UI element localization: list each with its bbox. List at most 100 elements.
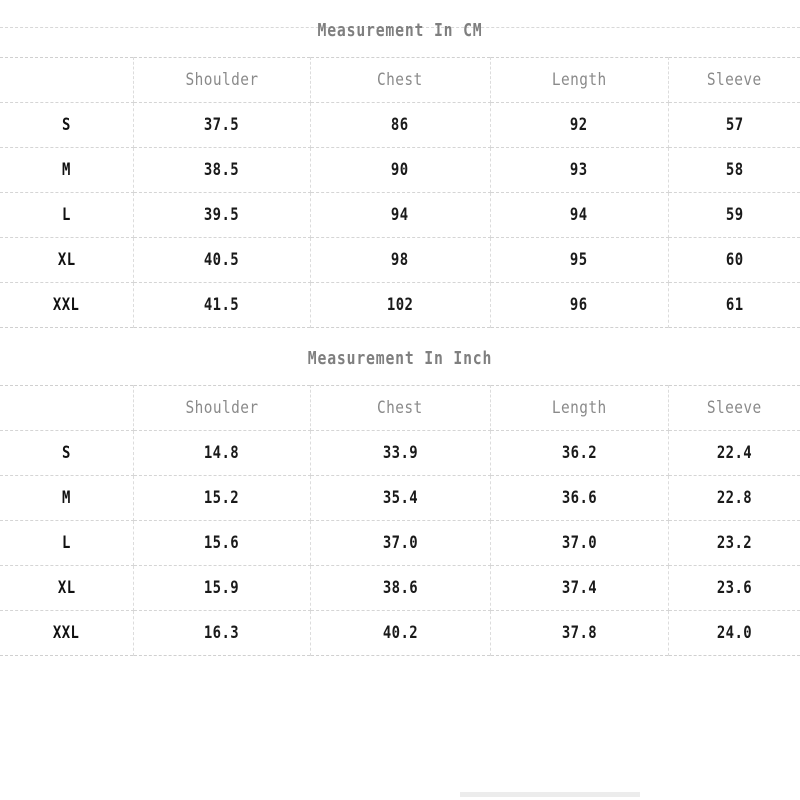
column-header-shoulder: Shoulder: [133, 385, 311, 431]
shoulder-value: 40.5: [133, 237, 311, 283]
section-title-inch: Measurement In Inch: [307, 348, 493, 369]
length-text: 36.2: [561, 443, 597, 463]
size-label: L: [0, 520, 134, 566]
column-header-length-label: Length: [551, 70, 607, 90]
shoulder-text: 37.5: [203, 115, 240, 135]
chest-text: 90: [391, 160, 409, 180]
shoulder-value: 16.3: [133, 610, 311, 656]
size-value: S: [61, 443, 71, 463]
chest-value: 40.2: [310, 610, 491, 656]
shoulder-value: 38.5: [133, 147, 311, 193]
column-header-shoulder-label: Shoulder: [184, 398, 258, 418]
length-text: 36.6: [561, 488, 597, 508]
length-value: 37.0: [490, 520, 669, 566]
shoulder-value: 15.6: [133, 520, 311, 566]
sleeve-value: 58: [668, 147, 800, 193]
shoulder-text: 15.6: [203, 533, 240, 553]
length-text: 93: [570, 160, 588, 180]
size-value: S: [61, 115, 71, 135]
sleeve-value: 23.6: [668, 565, 800, 611]
shoulder-value: 41.5: [133, 282, 311, 328]
column-header-chest: Chest: [310, 57, 491, 103]
table-row: S 14.8 33.9 36.2 22.4: [0, 430, 800, 476]
table-row: S 37.5 86 92 57: [0, 102, 800, 148]
length-text: 37.0: [561, 533, 597, 553]
length-value: 95: [490, 237, 669, 283]
column-header-sleeve-label: Sleeve: [706, 398, 762, 418]
column-header-chest: Chest: [310, 385, 491, 431]
table-head-cm: Shoulder Chest Length Sleeve: [0, 57, 800, 103]
chest-value: 86: [310, 102, 491, 148]
size-label: L: [0, 192, 134, 238]
table-row: M 15.2 35.4 36.6 22.8: [0, 475, 800, 521]
table-head-inch: Shoulder Chest Length Sleeve: [0, 385, 800, 431]
length-value: 37.8: [490, 610, 669, 656]
shoulder-value: 39.5: [133, 192, 311, 238]
column-header-chest-label: Chest: [377, 398, 423, 418]
table-body-cm: S 37.5 86 92 57 M 38.5 90 93 58 L 39.5 9…: [0, 102, 800, 328]
sleeve-text: 22.8: [716, 488, 752, 508]
column-header-size: [0, 57, 134, 103]
sleeve-value: 22.8: [668, 475, 800, 521]
length-value: 96: [490, 282, 669, 328]
length-text: 37.4: [561, 578, 597, 598]
size-label: S: [0, 430, 134, 476]
sleeve-text: 23.6: [716, 578, 752, 598]
table-row: M 38.5 90 93 58: [0, 147, 800, 193]
sleeve-value: 22.4: [668, 430, 800, 476]
size-value: M: [61, 488, 71, 508]
shoulder-text: 15.2: [203, 488, 240, 508]
table-row: L 15.6 37.0 37.0 23.2: [0, 520, 800, 566]
length-value: 36.6: [490, 475, 669, 521]
length-text: 92: [570, 115, 588, 135]
column-header-size: [0, 385, 134, 431]
shoulder-text: 15.9: [203, 578, 240, 598]
column-header-chest-label: Chest: [377, 70, 423, 90]
shoulder-value: 14.8: [133, 430, 311, 476]
sleeve-value: 60: [668, 237, 800, 283]
length-value: 36.2: [490, 430, 669, 476]
table-row: XL 15.9 38.6 37.4 23.6: [0, 565, 800, 611]
size-label: S: [0, 102, 134, 148]
sleeve-value: 23.2: [668, 520, 800, 566]
size-value: XXL: [53, 295, 80, 315]
table-row: XL 40.5 98 95 60: [0, 237, 800, 283]
sleeve-value: 24.0: [668, 611, 800, 656]
chest-value: 38.6: [310, 565, 491, 611]
shoulder-text: 39.5: [203, 205, 240, 225]
column-header-shoulder: Shoulder: [133, 57, 311, 103]
sleeve-text: 61: [725, 295, 744, 315]
chest-value: 98: [310, 237, 491, 283]
chest-text: 37.0: [382, 533, 418, 553]
sleeve-text: 58: [725, 160, 744, 180]
sleeve-value: 59: [668, 192, 800, 238]
section-title-cm: Measurement In CM: [317, 20, 483, 41]
column-header-length: Length: [490, 57, 669, 103]
sleeve-text: 24.0: [716, 623, 752, 643]
column-header-sleeve-label: Sleeve: [706, 70, 762, 90]
page-edge-artifact: [460, 792, 640, 797]
size-value: L: [61, 533, 71, 553]
shoulder-text: 40.5: [203, 250, 240, 270]
size-table-inch: Shoulder Chest Length Sleeve S 14.8 33.9…: [0, 385, 800, 656]
chest-value: 35.4: [310, 475, 491, 521]
size-value: M: [61, 160, 71, 180]
chest-value: 33.9: [310, 430, 491, 476]
column-header-length: Length: [490, 385, 669, 431]
size-value: XL: [57, 578, 76, 598]
measurement-cm-section: Measurement In CM Shoulder Chest Length …: [0, 0, 800, 328]
size-chart-page: Measurement In CM Shoulder Chest Length …: [0, 0, 800, 800]
size-label: M: [0, 147, 134, 193]
length-value: 37.4: [490, 565, 669, 611]
chest-value: 90: [310, 147, 491, 193]
size-value: XXL: [53, 623, 80, 643]
sleeve-text: 23.2: [716, 533, 752, 553]
size-label: XXL: [0, 282, 134, 328]
chest-text: 86: [391, 115, 409, 135]
column-header-length-label: Length: [551, 398, 607, 418]
measurement-inch-section: Measurement In Inch Shoulder Chest Lengt…: [0, 328, 800, 656]
length-text: 94: [570, 205, 588, 225]
shoulder-text: 16.3: [203, 623, 240, 643]
chest-text: 38.6: [382, 578, 418, 598]
chest-text: 102: [386, 295, 414, 315]
